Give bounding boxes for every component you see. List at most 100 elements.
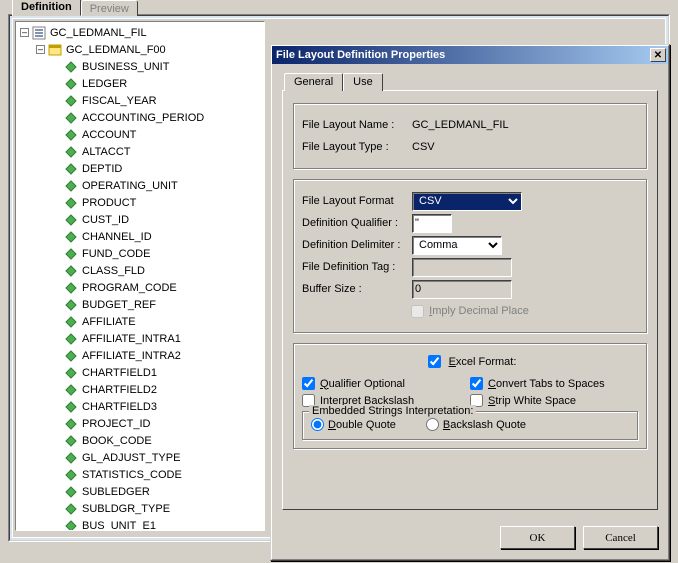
tree-field[interactable]: CUST_ID bbox=[18, 211, 262, 228]
field-icon bbox=[64, 349, 78, 363]
radio-backslash-quote[interactable]: Backslash Quote bbox=[426, 418, 526, 431]
field-icon bbox=[64, 264, 78, 278]
tree-field[interactable]: ACCOUNT bbox=[18, 126, 262, 143]
input-definition-qualifier[interactable] bbox=[412, 214, 452, 233]
expand-collapse-icon[interactable]: – bbox=[36, 45, 45, 54]
tab-preview[interactable]: Preview bbox=[81, 0, 138, 16]
tree-field[interactable]: SUBLEDGER bbox=[18, 483, 262, 500]
tree-field[interactable]: STATISTICS_CODE bbox=[18, 466, 262, 483]
radio-double-quote[interactable]: Double Quote bbox=[311, 418, 396, 431]
tree-field[interactable]: ACCOUNTING_PERIOD bbox=[18, 109, 262, 126]
tree-field[interactable]: LEDGER bbox=[18, 75, 262, 92]
tree-item-label: CUST_ID bbox=[82, 214, 129, 226]
tree-item-label: PROGRAM_CODE bbox=[82, 282, 177, 294]
tree-field[interactable]: AFFILIATE_INTRA1 bbox=[18, 330, 262, 347]
close-icon[interactable]: ✕ bbox=[650, 48, 666, 62]
select-file-layout-format[interactable]: CSV bbox=[412, 192, 522, 211]
tree-item-label: AFFILIATE bbox=[82, 316, 136, 328]
tree-field[interactable]: PRODUCT bbox=[18, 194, 262, 211]
legend-embedded-strings: Embedded Strings Interpretation: bbox=[309, 405, 476, 417]
tree-record[interactable]: –GC_LEDMANL_F00 bbox=[18, 41, 262, 58]
label-qualifier-optional: Qualifier Optional bbox=[320, 378, 405, 390]
tree-item-label: CHANNEL_ID bbox=[82, 231, 152, 243]
tree-field[interactable]: BUSINESS_UNIT bbox=[18, 58, 262, 75]
checkbox-convert-tabs[interactable]: Convert Tabs to Spaces bbox=[470, 377, 638, 390]
tree-item-label: PRODUCT bbox=[82, 197, 136, 209]
tree-item-label: FUND_CODE bbox=[82, 248, 150, 260]
field-icon bbox=[64, 298, 78, 312]
tree-item-label: CLASS_FLD bbox=[82, 265, 145, 277]
tree-field[interactable]: BOOK_CODE bbox=[18, 432, 262, 449]
field-icon bbox=[64, 213, 78, 227]
tree-field[interactable]: CHARTFIELD3 bbox=[18, 398, 262, 415]
group-name-type: File Layout Name : GC_LEDMANL_FIL File L… bbox=[293, 103, 647, 169]
tree-field[interactable]: PROJECT_ID bbox=[18, 415, 262, 432]
dialog-titlebar: File Layout Definition Properties ✕ bbox=[272, 46, 668, 64]
field-icon bbox=[64, 315, 78, 329]
tree-item-label: STATISTICS_CODE bbox=[82, 469, 182, 481]
label-excel-format: Excel Format: bbox=[449, 356, 517, 368]
tree-field[interactable]: AFFILIATE_INTRA2 bbox=[18, 347, 262, 364]
tree-item-label: AFFILIATE_INTRA2 bbox=[82, 350, 181, 362]
checkbox-qualifier-optional-input[interactable] bbox=[302, 377, 315, 390]
tree-field[interactable]: DEPTID bbox=[18, 160, 262, 177]
tree-field[interactable]: ALTACCT bbox=[18, 143, 262, 160]
tree-field[interactable]: PROGRAM_CODE bbox=[18, 279, 262, 296]
ok-button[interactable]: OK bbox=[500, 526, 575, 549]
radio-double-quote-input[interactable] bbox=[311, 418, 324, 431]
tree-item-label: BOOK_CODE bbox=[82, 435, 152, 447]
label-definition-qualifier: Definition Qualifier : bbox=[302, 217, 412, 229]
tree-item-label: DEPTID bbox=[82, 163, 122, 175]
tree-field[interactable]: CHANNEL_ID bbox=[18, 228, 262, 245]
checkbox-imply-decimal-input bbox=[411, 305, 424, 318]
tree-item-label: SUBLEDGER bbox=[82, 486, 150, 498]
tree-field[interactable]: CHARTFIELD2 bbox=[18, 381, 262, 398]
tree-field[interactable]: AFFILIATE bbox=[18, 313, 262, 330]
input-buffer-size bbox=[412, 280, 512, 299]
tree-root[interactable]: –GC_LEDMANL_FIL bbox=[18, 24, 262, 41]
field-icon bbox=[64, 281, 78, 295]
checkbox-excel-format[interactable] bbox=[428, 355, 441, 368]
field-icon bbox=[64, 366, 78, 380]
expand-collapse-icon[interactable]: – bbox=[20, 28, 29, 37]
field-icon bbox=[64, 196, 78, 210]
checkbox-qualifier-optional[interactable]: Qualifier Optional bbox=[302, 377, 470, 390]
group-excel-format: Excel Format: Qualifier Optional Convert… bbox=[293, 343, 647, 449]
tree-item-label: ALTACCT bbox=[82, 146, 131, 158]
tree-field[interactable]: BUS_UNIT_E1 bbox=[18, 517, 262, 531]
field-icon bbox=[64, 332, 78, 346]
tree-view[interactable]: –GC_LEDMANL_FIL–GC_LEDMANL_F00BUSINESS_U… bbox=[15, 21, 265, 531]
tree-field[interactable]: GL_ADJUST_TYPE bbox=[18, 449, 262, 466]
field-icon bbox=[64, 451, 78, 465]
tree-field[interactable]: SUBLDGR_TYPE bbox=[18, 500, 262, 517]
tree-item-label: AFFILIATE_INTRA1 bbox=[82, 333, 181, 345]
tree-field[interactable]: CHARTFIELD1 bbox=[18, 364, 262, 381]
field-icon bbox=[64, 230, 78, 244]
tree-field[interactable]: CLASS_FLD bbox=[18, 262, 262, 279]
radio-backslash-quote-input[interactable] bbox=[426, 418, 439, 431]
field-icon bbox=[64, 468, 78, 482]
field-icon bbox=[64, 434, 78, 448]
field-icon bbox=[64, 383, 78, 397]
field-icon bbox=[64, 417, 78, 431]
value-file-layout-type: CSV bbox=[412, 141, 435, 153]
field-icon bbox=[64, 519, 78, 532]
label-double-quote: Double Quote bbox=[328, 419, 396, 431]
tree-item-label: CHARTFIELD1 bbox=[82, 367, 157, 379]
label-convert-tabs: Convert Tabs to Spaces bbox=[488, 378, 605, 390]
select-definition-delimiter[interactable]: Comma bbox=[412, 236, 502, 255]
file-layout-icon bbox=[32, 26, 46, 40]
field-icon bbox=[64, 400, 78, 414]
value-file-layout-name: GC_LEDMANL_FIL bbox=[412, 119, 509, 131]
tab-general[interactable]: General bbox=[284, 73, 343, 91]
checkbox-strip-whitespace[interactable]: Strip White Space bbox=[470, 394, 638, 407]
tree-field[interactable]: BUDGET_REF bbox=[18, 296, 262, 313]
cancel-button[interactable]: Cancel bbox=[583, 526, 658, 549]
tab-definition[interactable]: Definition bbox=[12, 0, 81, 16]
tree-field[interactable]: FUND_CODE bbox=[18, 245, 262, 262]
tab-use[interactable]: Use bbox=[343, 73, 383, 91]
checkbox-convert-tabs-input[interactable] bbox=[470, 377, 483, 390]
tree-field[interactable]: FISCAL_YEAR bbox=[18, 92, 262, 109]
tree-field[interactable]: OPERATING_UNIT bbox=[18, 177, 262, 194]
record-icon bbox=[48, 43, 62, 57]
